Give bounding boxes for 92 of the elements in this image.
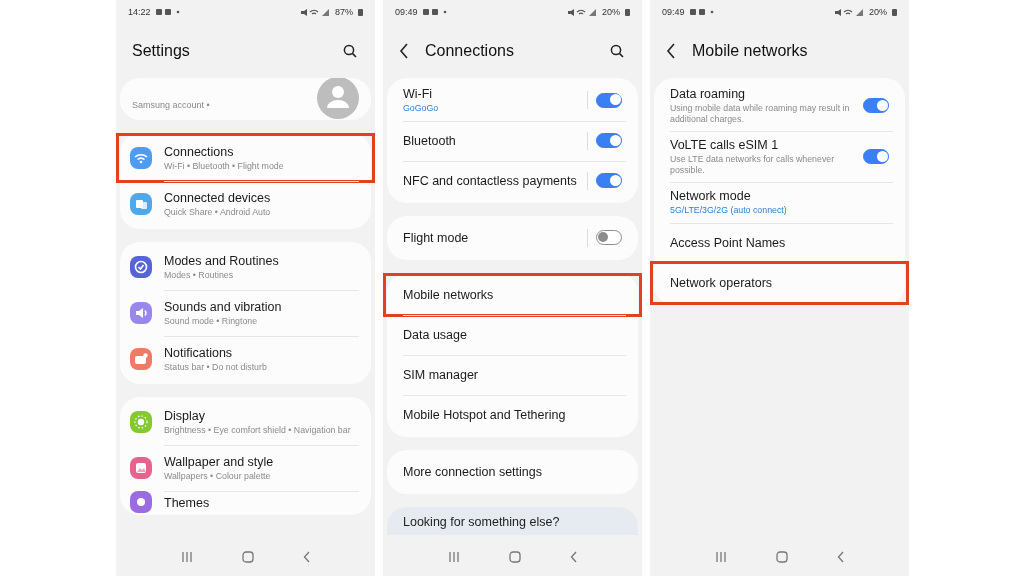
item-title: Mobile networks	[403, 287, 495, 302]
item-subtitle: 5G/LTE/3G/2G (auto connect)	[670, 205, 788, 216]
home-icon[interactable]	[508, 551, 521, 563]
suggestion-card[interactable]: Looking for something else?	[387, 506, 638, 535]
settings-item[interactable]: SIM manager	[387, 354, 638, 395]
item-subtitle: Wallpapers • Colour palette	[164, 470, 272, 482]
settings-item[interactable]: Flight mode	[387, 217, 638, 258]
item-title: NFC and contactless payments	[403, 173, 578, 188]
item-title: Sounds and vibration	[164, 299, 283, 314]
item-title: Flight mode	[403, 230, 470, 245]
status-time: 14:22	[128, 7, 151, 17]
battery-icon	[892, 8, 897, 16]
signal-icons	[567, 7, 597, 17]
settings-item[interactable]: Access Point Names	[654, 222, 905, 263]
recent-apps-icon[interactable]	[714, 551, 727, 563]
settings-item[interactable]: Mobile Hotspot and Tethering	[387, 394, 638, 435]
settings-item[interactable]: Network operators	[652, 262, 907, 303]
item-subtitle: Quick Share • Android Auto	[164, 206, 272, 218]
toggle-switch[interactable]	[596, 92, 622, 108]
search-icon[interactable]	[343, 44, 357, 58]
item-title: Modes and Routines	[164, 253, 280, 268]
item-title: Themes	[164, 496, 211, 510]
settings-item[interactable]: Wallpaper and style Wallpapers • Colour palette	[120, 445, 371, 491]
signal-icons	[834, 7, 864, 17]
item-subtitle: Sound mode • Ringtone	[164, 315, 259, 327]
home-icon[interactable]	[775, 551, 788, 563]
item-title: Access Point Names	[670, 235, 787, 250]
item-title: Display	[164, 408, 206, 423]
settings-item[interactable]: Connected devices Quick Share • Android Auto	[120, 181, 371, 227]
toggle-switch[interactable]	[596, 230, 622, 246]
item-subtitle: Wi-Fi • Bluetooth • Flight mode	[164, 160, 285, 172]
settings-item[interactable]: Data roaming Using mobile data while roaming may result in additional charges.	[654, 80, 905, 132]
notification-icons	[155, 8, 182, 16]
settings-item[interactable]: VoLTE calls eSIM 1 Use LTE data networks for calls whenever possible.	[654, 131, 905, 183]
search-icon[interactable]	[610, 44, 624, 58]
battery-level: 20%	[602, 7, 620, 17]
account-card[interactable]: Samsung account •	[120, 78, 371, 120]
item-title: Bluetooth	[403, 133, 457, 148]
toggle-switch[interactable]	[596, 173, 622, 189]
settings-item[interactable]: Network mode 5G/LTE/3G/2G (auto connect)	[654, 182, 905, 223]
item-title: Wi-Fi	[403, 87, 434, 101]
settings-item[interactable]: Mobile networks	[385, 274, 640, 315]
toggle-switch[interactable]	[596, 133, 622, 149]
settings-item[interactable]: NFC and contactless payments	[387, 160, 638, 201]
settings-item[interactable]: Bluetooth	[387, 120, 638, 161]
item-title: Network operators	[670, 275, 774, 290]
screen-title: Mobile networks	[692, 42, 808, 60]
item-title: SIM manager	[403, 367, 480, 382]
home-icon[interactable]	[241, 551, 254, 563]
item-title: Data usage	[403, 327, 468, 342]
settings-item[interactable]: Connections Wi-Fi • Bluetooth • Flight mode	[118, 135, 373, 181]
item-subtitle: Using mobile data while roaming may result in additional charges.	[670, 103, 851, 125]
settings-item[interactable]: Wi-Fi GoGoGo	[387, 80, 638, 121]
item-title: Connections	[164, 144, 235, 159]
settings-item[interactable]: Display Brightness • Eye comfort shield • Navigation bar	[120, 399, 371, 445]
item-subtitle: Brightness • Eye comfort shield • Navigation bar	[164, 424, 352, 436]
settings-item[interactable]: Themes	[120, 491, 371, 513]
item-title: VoLTE calls eSIM 1	[670, 138, 780, 153]
back-icon[interactable]	[399, 43, 409, 59]
item-subtitle: GoGoGo	[403, 103, 440, 114]
battery-level: 87%	[335, 7, 353, 17]
settings-item[interactable]: Notifications Status bar • Do not disturb	[120, 336, 371, 382]
item-title: More connection settings	[403, 464, 543, 479]
recent-apps-icon[interactable]	[180, 551, 193, 563]
signal-icons	[300, 7, 330, 17]
notification-icons	[689, 8, 716, 16]
screen-title: Connections	[425, 42, 514, 60]
settings-item[interactable]: Modes and Routines Modes • Routines	[120, 244, 371, 290]
item-subtitle: Modes • Routines	[164, 269, 235, 281]
battery-icon	[625, 8, 630, 16]
battery-level: 20%	[869, 7, 887, 17]
item-title: Notifications	[164, 345, 234, 360]
item-title: Data roaming	[670, 87, 747, 101]
item-subtitle: Status bar • Do not disturb	[164, 361, 268, 373]
toggle-switch[interactable]	[863, 98, 889, 114]
status-time: 09:49	[662, 7, 685, 17]
notification-icons	[422, 8, 449, 16]
settings-item[interactable]: Sounds and vibration Sound mode • Ringtone	[120, 290, 371, 336]
item-title: Mobile Hotspot and Tethering	[403, 407, 567, 422]
back-icon[interactable]	[666, 43, 676, 59]
screen-title: Settings	[132, 42, 190, 60]
battery-icon	[358, 8, 363, 16]
toggle-switch[interactable]	[863, 149, 889, 165]
settings-item[interactable]: Data usage	[387, 314, 638, 355]
account-label: Samsung account •	[132, 100, 210, 110]
settings-item[interactable]: More connection settings	[387, 451, 638, 492]
item-title: Wallpaper and style	[164, 454, 275, 469]
item-subtitle: Use LTE data networks for calls whenever possible.	[670, 154, 836, 176]
item-title: Network mode	[670, 189, 752, 204]
item-title: Connected devices	[164, 190, 272, 205]
recent-apps-icon[interactable]	[447, 551, 460, 563]
status-time: 09:49	[395, 7, 418, 17]
